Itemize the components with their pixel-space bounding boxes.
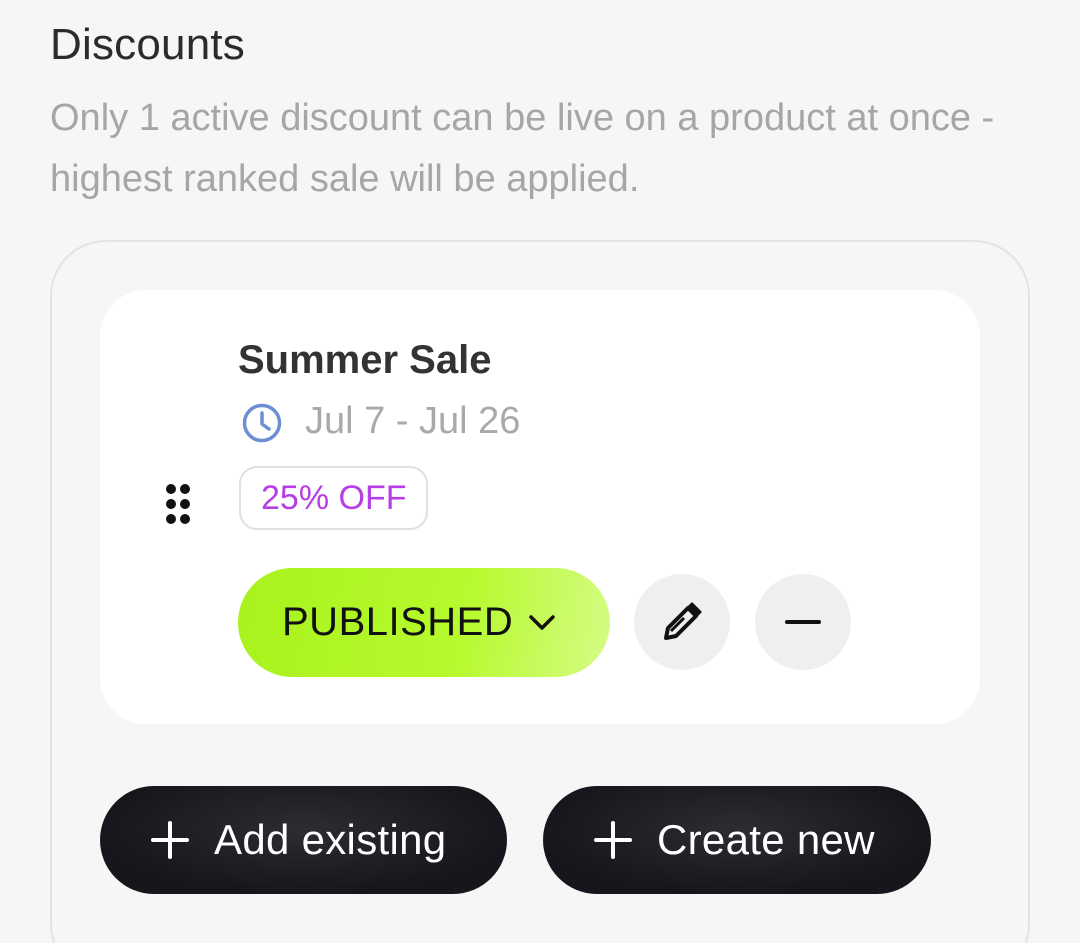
- section-description: Only 1 active discount can be live on a …: [50, 97, 995, 200]
- minus-icon: [785, 620, 821, 624]
- status-dropdown-button[interactable]: PUBLISHED: [238, 568, 610, 677]
- create-new-label: Create new: [657, 816, 875, 863]
- status-label: PUBLISHED: [282, 600, 514, 644]
- discount-badge: 25% OFF: [239, 466, 429, 530]
- discount-date-range: Jul 7 - Jul 26: [305, 400, 521, 442]
- plus-icon: [151, 821, 189, 859]
- chevron-down-icon: [529, 614, 555, 630]
- create-new-button[interactable]: Create new: [543, 786, 931, 894]
- edit-button[interactable]: [634, 574, 730, 670]
- clock-icon: [242, 403, 282, 443]
- discount-name: Summer Sale: [238, 338, 492, 382]
- pencil-icon: [664, 602, 702, 640]
- add-existing-label: Add existing: [214, 816, 447, 863]
- remove-button[interactable]: [755, 574, 851, 670]
- add-existing-button[interactable]: Add existing: [100, 786, 507, 894]
- plus-icon: [594, 821, 632, 859]
- drag-handle-icon[interactable]: [164, 484, 192, 524]
- section-title: Discounts: [50, 20, 245, 69]
- discounts-page: Discounts Only 1 active discount can be …: [0, 0, 1080, 943]
